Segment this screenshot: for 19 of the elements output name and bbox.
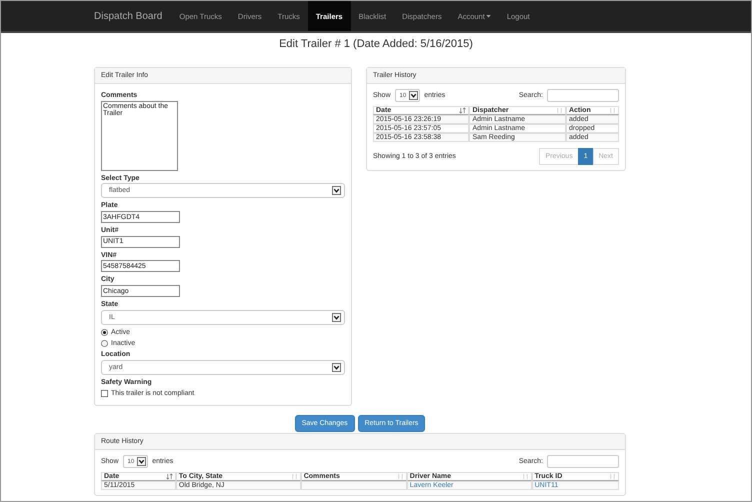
checkbox[interactable] bbox=[101, 390, 108, 398]
sort-ascending-icon[interactable] bbox=[166, 473, 173, 480]
radio-button[interactable] bbox=[101, 328, 108, 336]
sort-icon[interactable] bbox=[522, 473, 529, 480]
page-title: Edit Trailer # 1 (Date Added: 5/16/2015) bbox=[278, 38, 474, 50]
dropdown-arrow-icon[interactable] bbox=[409, 91, 418, 100]
caret-icon[interactable] bbox=[486, 14, 491, 18]
sort-icon[interactable] bbox=[609, 473, 616, 480]
brand-link[interactable]: Dispatch Board bbox=[85, 1, 172, 31]
sort-ascending-icon[interactable] bbox=[459, 107, 466, 114]
search-field[interactable] bbox=[547, 455, 619, 468]
search-field[interactable] bbox=[547, 89, 619, 102]
radio-button[interactable] bbox=[101, 340, 108, 347]
sort-icon[interactable] bbox=[290, 473, 298, 480]
dropdown-arrow-icon[interactable] bbox=[137, 457, 146, 466]
dropdown-arrow-icon[interactable] bbox=[332, 312, 341, 322]
dropdown-arrow-icon[interactable] bbox=[332, 362, 341, 372]
sort-icon[interactable] bbox=[396, 473, 404, 480]
dropdown-arrow-icon[interactable] bbox=[332, 186, 341, 196]
